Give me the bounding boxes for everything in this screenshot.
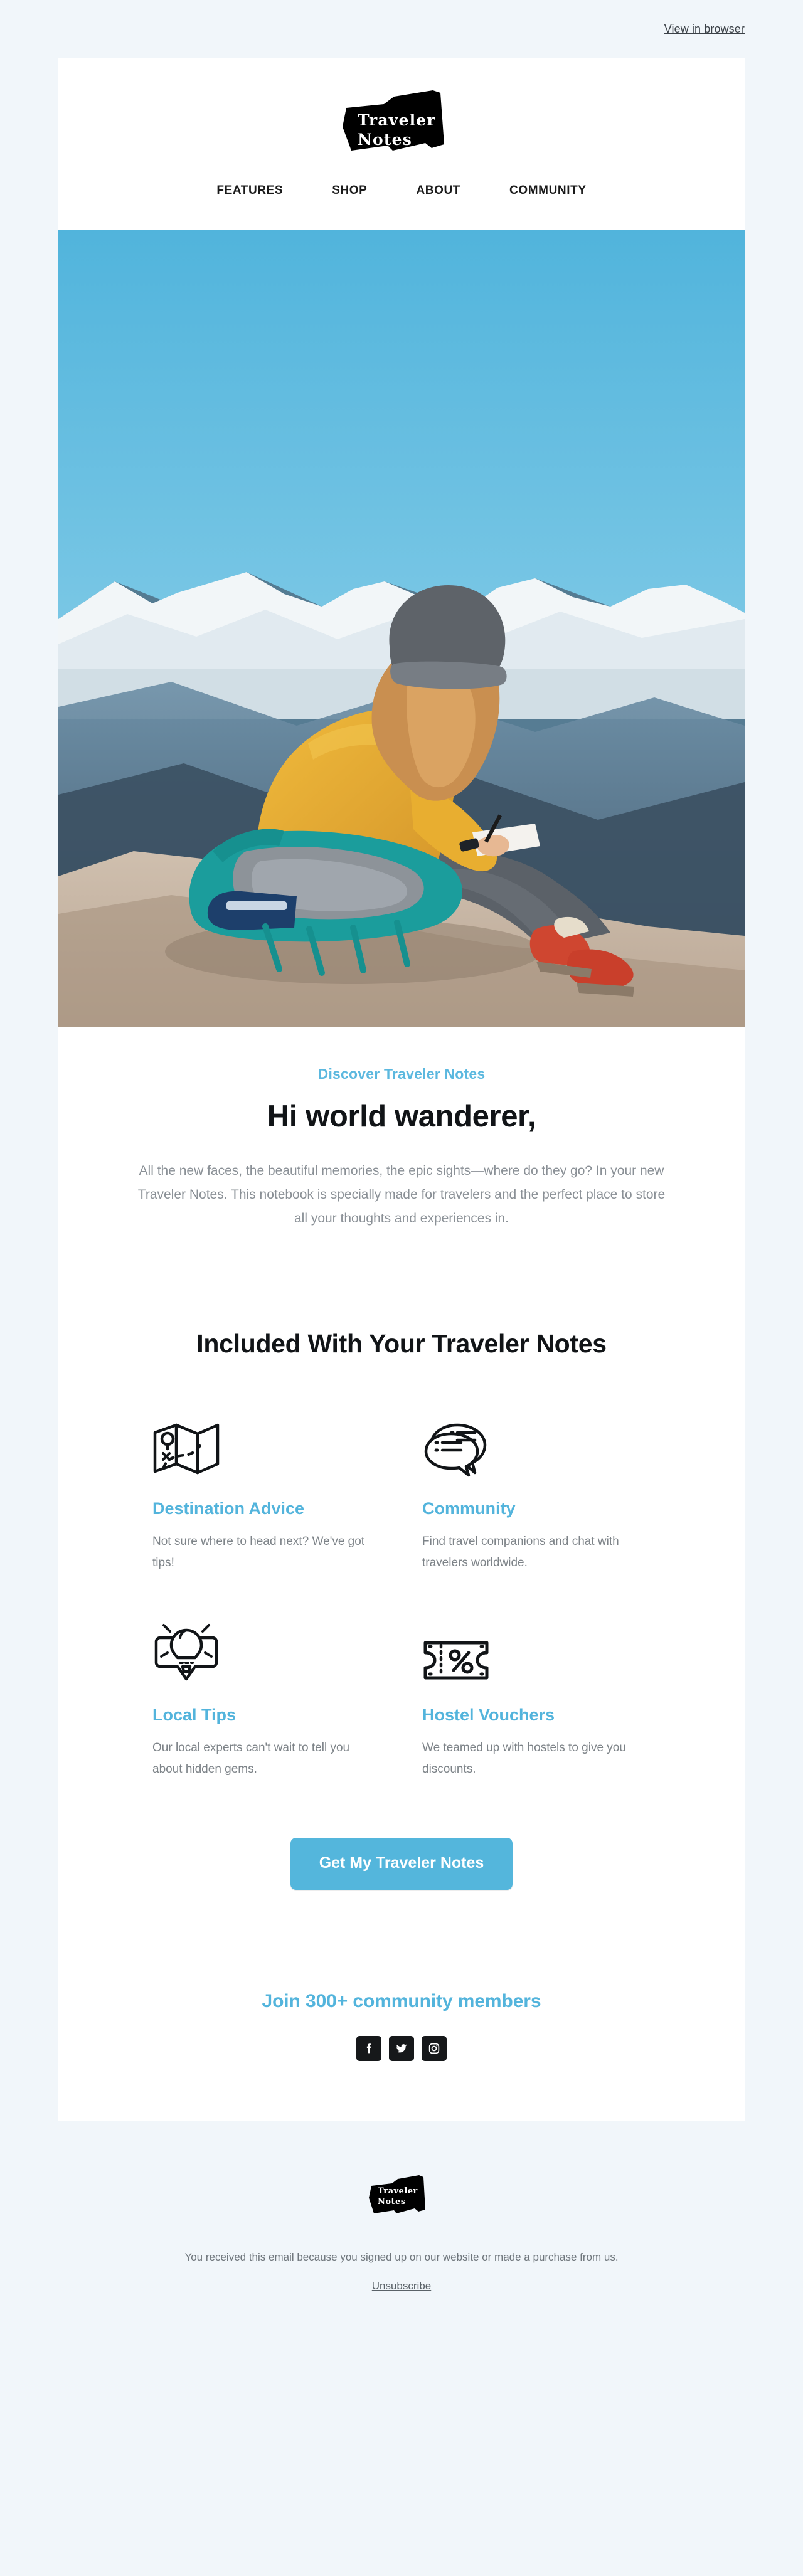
- features-section: Included With Your Traveler Notes Destin…: [58, 1276, 745, 1780]
- intro-eyebrow: Discover Traveler Notes: [317, 1066, 486, 1082]
- hero-photo-illustration: [58, 230, 745, 1027]
- email-page: View in browser Traveler Notes FEATURES …: [0, 0, 803, 2338]
- feature-card-community: Community Find travel companions and cha…: [422, 1413, 651, 1574]
- preheader: View in browser: [0, 0, 803, 58]
- feature-title: Destination Advice: [152, 1499, 305, 1518]
- footer-brand-logo[interactable]: Traveler Notes: [367, 2175, 436, 2214]
- email-card: Traveler Notes FEATURES SHOP ABOUT COMMU…: [58, 58, 745, 2121]
- cta-section: Get My Traveler Notes: [58, 1780, 745, 1943]
- feature-title: Hostel Vouchers: [422, 1705, 555, 1724]
- feature-body: Not sure where to head next? We've got t…: [152, 1535, 365, 1569]
- feature-card-destination-advice: Destination Advice Not sure where to hea…: [152, 1413, 381, 1574]
- features-heading: Included With Your Traveler Notes: [196, 1329, 607, 1358]
- social-section: Join 300+ community members: [58, 1943, 745, 2121]
- feature-card-hostel-vouchers: Hostel Vouchers We teamed up with hostel…: [422, 1619, 651, 1780]
- feature-body: Our local experts can't wait to tell you…: [152, 1741, 350, 1776]
- facebook-icon[interactable]: [356, 2036, 381, 2061]
- intro-section: Discover Traveler Notes Hi world wandere…: [58, 1027, 745, 1276]
- brand-logo[interactable]: Traveler Notes: [339, 90, 464, 152]
- nav-item-community[interactable]: COMMUNITY: [509, 184, 587, 198]
- social-heading: Join 300+ community members: [262, 1991, 541, 2012]
- view-in-browser-link[interactable]: View in browser: [664, 23, 745, 36]
- feature-body: We teamed up with hostels to give you di…: [422, 1741, 626, 1776]
- feature-title: Community: [422, 1499, 516, 1518]
- footer-disclaimer: You received this email because you sign…: [184, 2251, 619, 2263]
- footer: Traveler Notes You received this email b…: [0, 2121, 803, 2338]
- social-icon-list: [58, 2036, 745, 2061]
- feature-card-local-tips: Local Tips Our local experts can't wait …: [152, 1619, 381, 1780]
- main-nav: FEATURES SHOP ABOUT COMMUNITY: [58, 155, 745, 230]
- intro-heading: Hi world wanderer,: [267, 1100, 536, 1133]
- intro-body: All the new faces, the beautiful memorie…: [137, 1163, 666, 1226]
- ticket-percent-icon: [422, 1619, 651, 1684]
- get-traveler-notes-button[interactable]: Get My Traveler Notes: [290, 1838, 513, 1890]
- nav-item-features[interactable]: FEATURES: [216, 184, 283, 198]
- map-icon: [152, 1413, 381, 1478]
- feature-grid: Destination Advice Not sure where to hea…: [152, 1413, 651, 1780]
- nav-item-about[interactable]: ABOUT: [416, 184, 460, 198]
- logo-header: Traveler Notes: [58, 58, 745, 155]
- instagram-icon[interactable]: [422, 2036, 447, 2061]
- brand-logo-text: Traveler Notes: [358, 111, 436, 149]
- footer-brand-logo-text: Traveler Notes: [378, 2186, 418, 2207]
- nav-item-shop[interactable]: SHOP: [332, 184, 367, 198]
- chat-bubbles-icon: [422, 1413, 651, 1478]
- hero-image: [58, 230, 745, 1027]
- twitter-icon[interactable]: [389, 2036, 414, 2061]
- unsubscribe-link[interactable]: Unsubscribe: [372, 2280, 432, 2292]
- feature-body: Find travel companions and chat with tra…: [422, 1535, 619, 1569]
- feature-title: Local Tips: [152, 1705, 237, 1724]
- lightbulb-pin-icon: [152, 1619, 381, 1684]
